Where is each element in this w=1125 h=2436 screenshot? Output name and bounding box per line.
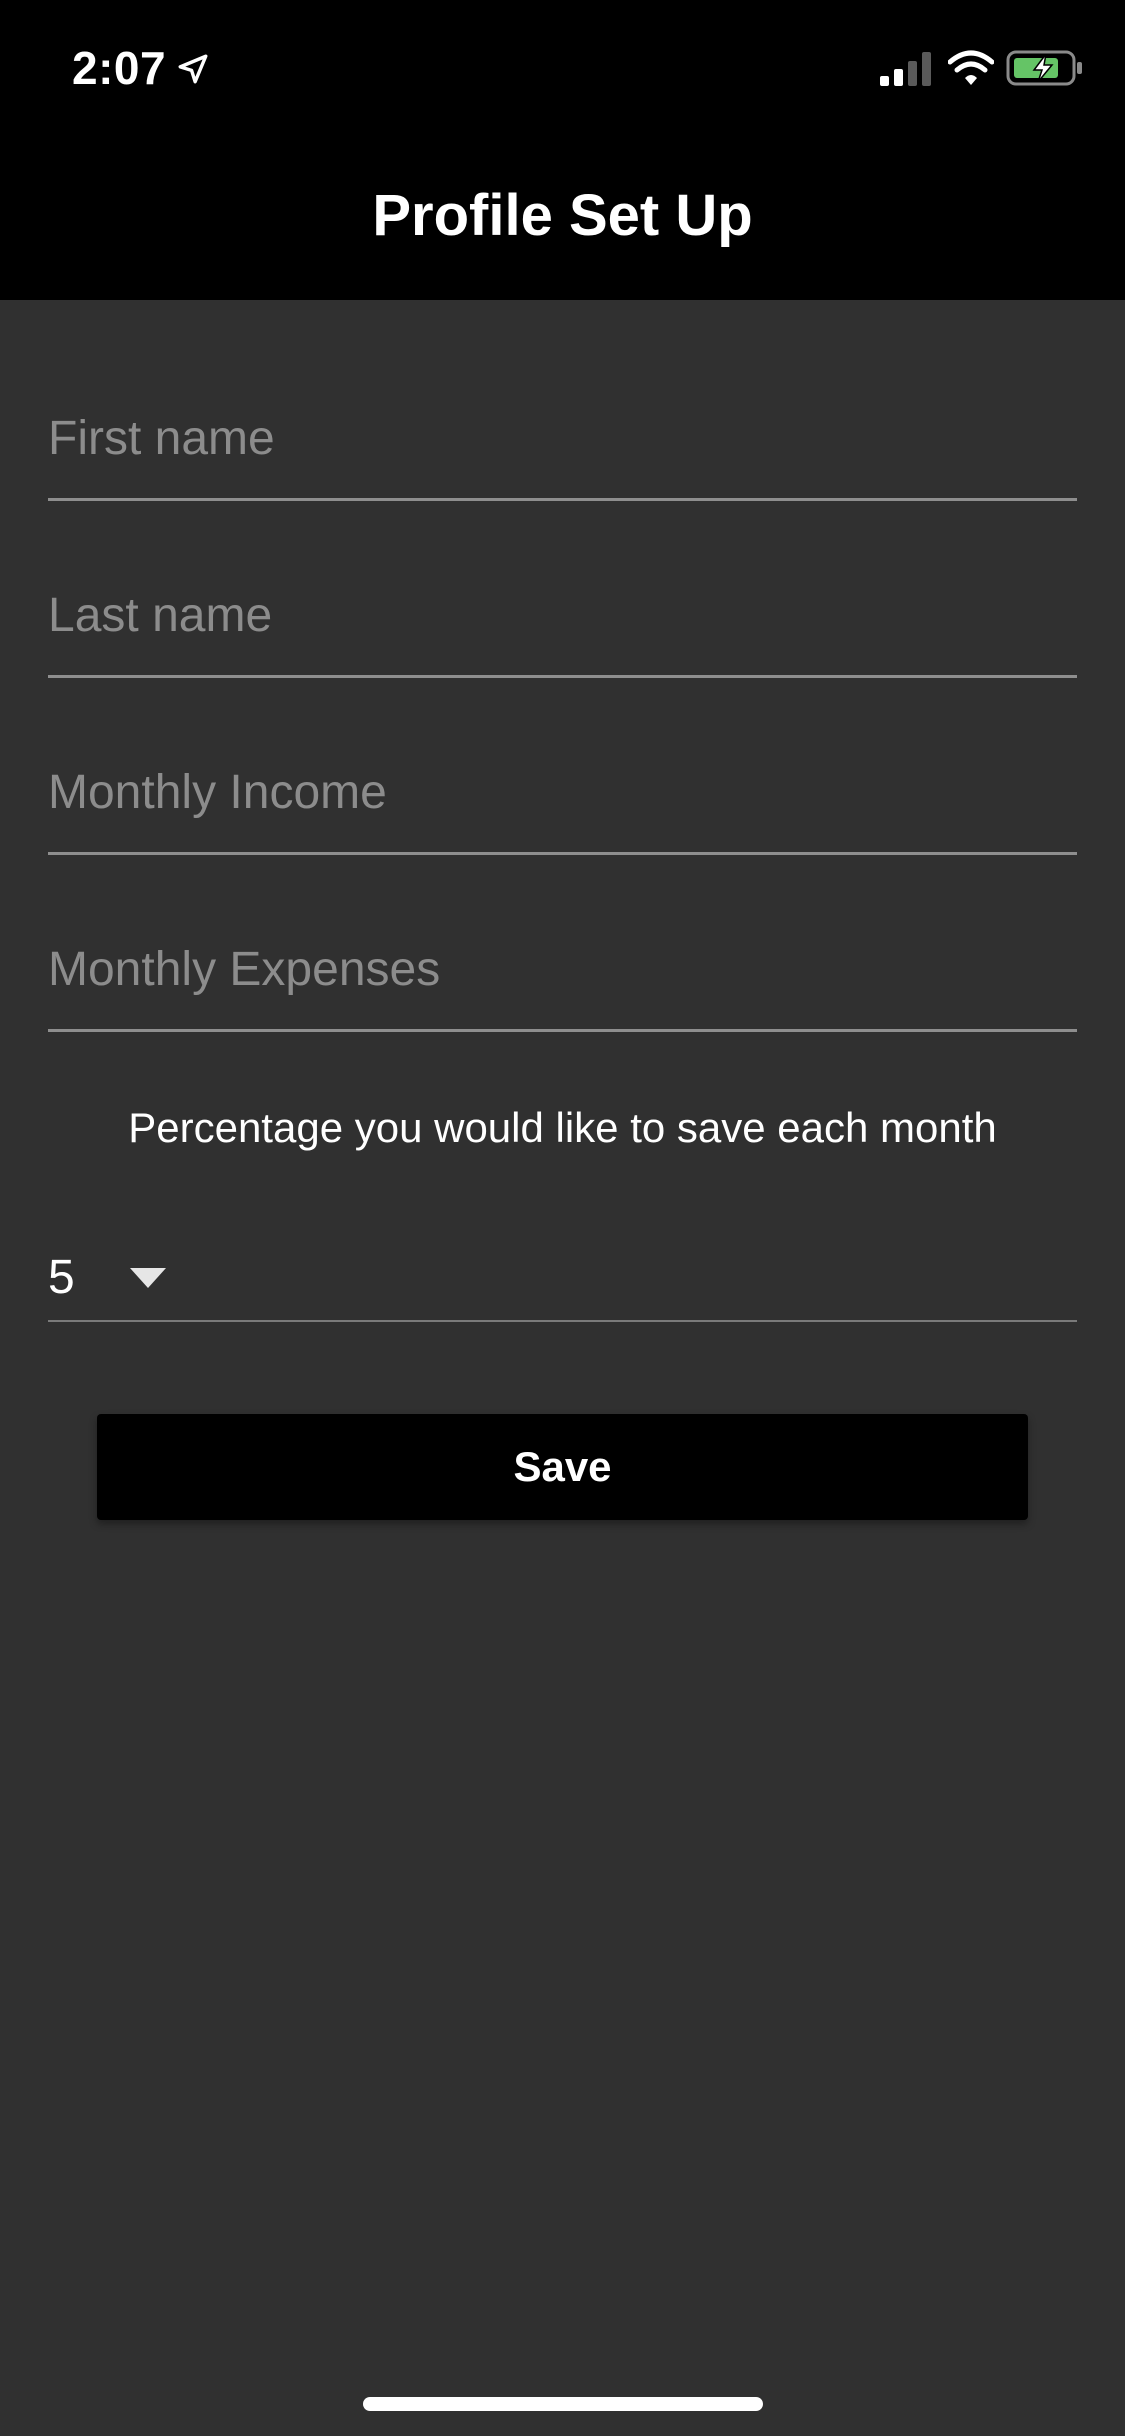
status-time: 2:07 — [72, 42, 167, 94]
monthly-expenses-input[interactable] — [48, 929, 1077, 1009]
savings-percentage-label: Percentage you would like to save each m… — [128, 1104, 997, 1151]
wifi-icon — [948, 50, 994, 85]
last-name-field — [48, 575, 1077, 678]
top-bar: 2:07 Profile Set Up — [0, 0, 1125, 300]
page-title: Profile Set Up — [372, 183, 753, 248]
location-arrow-icon — [178, 54, 208, 84]
last-name-input[interactable] — [48, 575, 1077, 655]
monthly-income-input[interactable] — [48, 752, 1077, 832]
first-name-input[interactable] — [48, 398, 1077, 478]
monthly-income-field — [48, 752, 1077, 855]
monthly-expenses-field — [48, 929, 1077, 1032]
home-indicator[interactable] — [363, 2397, 763, 2411]
save-button[interactable]: Save — [97, 1414, 1028, 1520]
first-name-field — [48, 398, 1077, 501]
dropdown-selected-value: 5 — [48, 1251, 75, 1304]
battery-charging-icon — [1006, 50, 1082, 86]
cellular-signal-icon — [880, 52, 931, 86]
caret-down-icon — [130, 1268, 166, 1288]
savings-percentage-dropdown[interactable]: 5 — [48, 1230, 1077, 1322]
